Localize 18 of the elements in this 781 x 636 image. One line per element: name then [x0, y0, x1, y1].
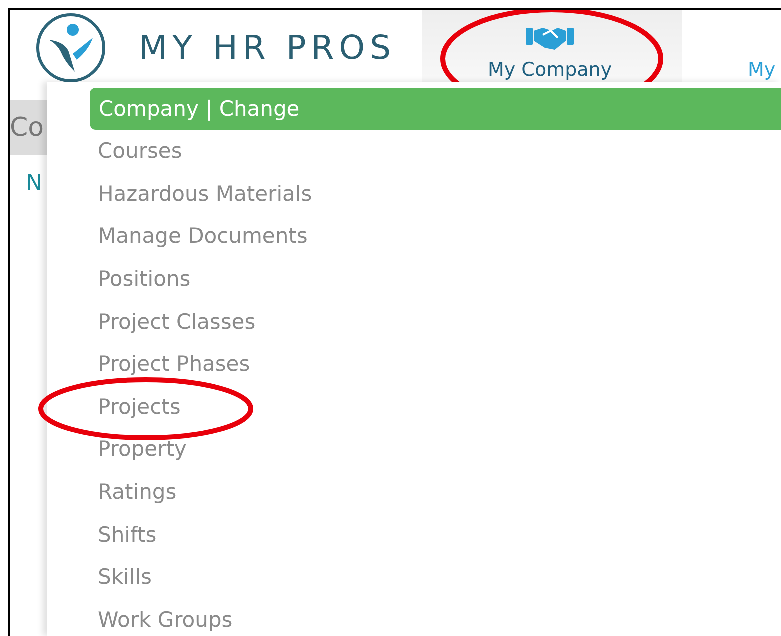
menu-item[interactable]: Project Classes [98, 310, 256, 334]
menu-item[interactable]: Positions [98, 267, 191, 292]
page-heading: Co [10, 112, 44, 142]
menu-item[interactable]: Project Phases [98, 352, 250, 376]
menu-item[interactable]: Projects [98, 394, 181, 419]
menu-item[interactable]: Property [98, 437, 187, 462]
menu-item[interactable]: Courses [98, 139, 182, 164]
menu-item[interactable]: Hazardous Materials [98, 182, 312, 206]
menu-item[interactable]: Manage Documents [98, 224, 308, 248]
menu-item[interactable]: Ratings [98, 480, 177, 504]
page-subheading: N [26, 171, 42, 196]
logo-icon [35, 12, 107, 84]
menu-item[interactable]: Skills [98, 565, 152, 590]
handshake-icon [525, 25, 576, 51]
logo-text: MY HR PROS [139, 28, 398, 67]
menu-header[interactable]: Company | Change [90, 88, 781, 130]
menu-item[interactable]: Work Groups [98, 608, 233, 632]
menu-item[interactable]: Shifts [98, 522, 157, 547]
